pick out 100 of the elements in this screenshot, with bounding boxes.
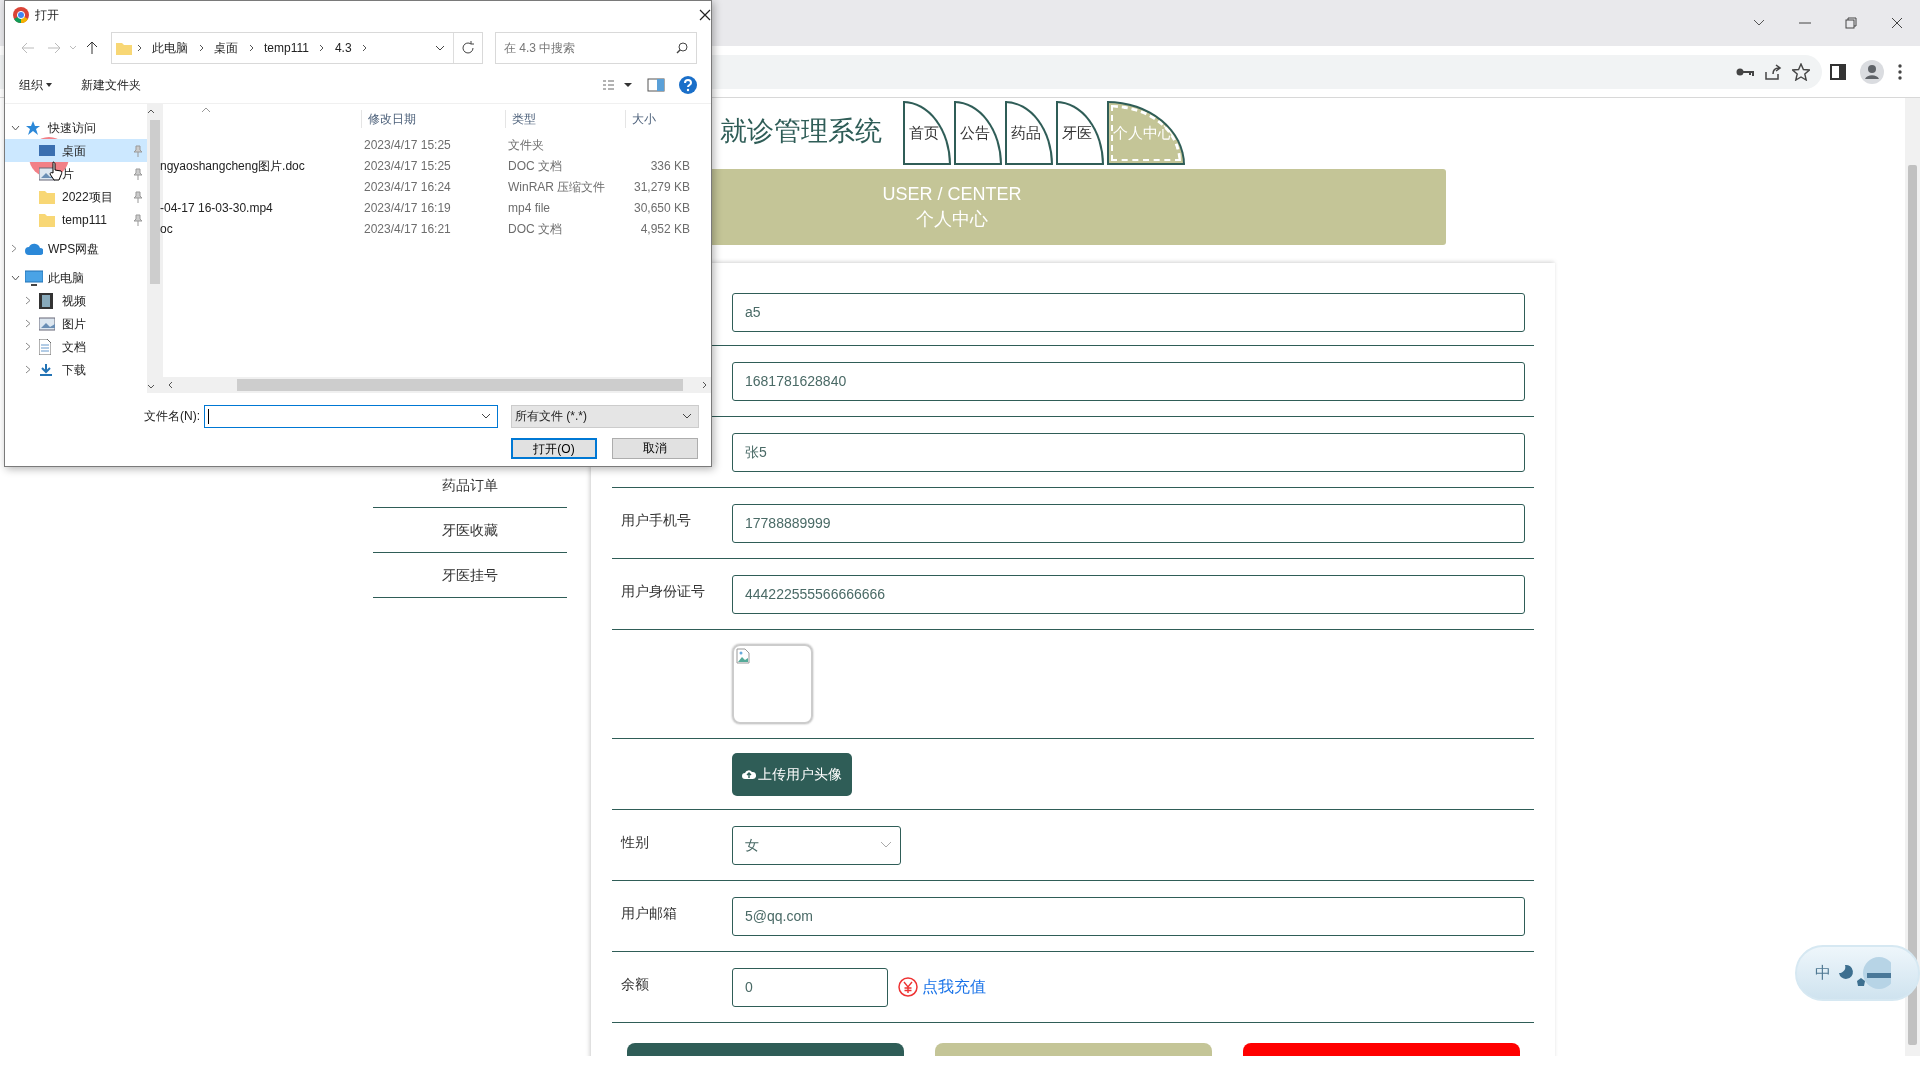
scrollbar-thumb[interactable]: [237, 379, 683, 391]
tree-label: 文档: [62, 338, 86, 356]
pin-icon[interactable]: [133, 144, 143, 157]
tree-label: 片: [62, 165, 74, 183]
tree-label: temp111: [62, 211, 107, 229]
input-field[interactable]: 444222555566666666: [732, 574, 1525, 614]
scrollbar-thumb[interactable]: [1908, 165, 1917, 1045]
folder-icon: [39, 188, 57, 205]
file-name: ngyaoshangcheng图片.doc: [160, 157, 306, 175]
input-field[interactable]: a5: [732, 293, 1525, 332]
upload-button[interactable]: 上传用户头像: [732, 752, 852, 796]
tree-label: 2022项目: [62, 188, 113, 206]
yen-icon: [898, 977, 918, 997]
field-label: 文件名(N):: [143, 408, 200, 425]
ime-indicator[interactable]: 中: [1795, 945, 1920, 1001]
file-date: 2023/4/17 15:25: [363, 157, 452, 175]
sort-caret-icon[interactable]: [201, 107, 211, 113]
chevron-icon: [880, 841, 892, 849]
file-type-select[interactable]: 所有文件 (*.*): [511, 404, 699, 428]
field-label: 余额: [620, 974, 650, 994]
breadcrumb[interactable]: 桌面: [208, 38, 244, 57]
select-value: 所有文件 (*.*): [515, 408, 587, 425]
tree-label: 下载: [62, 361, 86, 379]
column-header[interactable]: 大小: [625, 110, 695, 128]
cursor-icon: [49, 161, 63, 181]
cloud-upload-icon: [742, 768, 756, 780]
input-field[interactable]: 5@qq.com: [732, 896, 1525, 936]
side-panel-icon[interactable]: [1830, 63, 1846, 80]
file-type: WinRAR 压缩文件: [507, 178, 607, 196]
pin-icon[interactable]: [133, 190, 143, 203]
profile-icon[interactable]: [1860, 59, 1884, 84]
address-bar[interactable]: 此电脑 桌面 temp111 4.3: [111, 31, 483, 64]
nav-tab[interactable]: 牙医: [1056, 101, 1104, 165]
breadcrumb[interactable]: 此电脑: [146, 38, 194, 57]
tree-label: 桌面: [62, 142, 86, 160]
scrollbar-thumb[interactable]: [150, 120, 160, 284]
tree-item[interactable]: 2022项目: [5, 185, 147, 208]
search-icon[interactable]: [676, 41, 688, 54]
open-button[interactable]: 打开(O): [511, 437, 597, 459]
filename-field[interactable]: [204, 404, 498, 428]
star-icon[interactable]: [1792, 62, 1810, 81]
share-icon[interactable]: [1764, 63, 1782, 80]
input-field[interactable]: 张5: [732, 432, 1525, 472]
breadcrumb[interactable]: 4.3: [328, 38, 358, 57]
file-date: 2023/4/17 16:21: [363, 220, 452, 238]
column-header[interactable]: 类型: [505, 110, 625, 128]
dropdown-button[interactable]: 组织: [19, 75, 55, 94]
search-field[interactable]: 在 4.3 中搜索: [495, 31, 697, 64]
more-icon[interactable]: [1898, 63, 1902, 80]
file-type: 文件夹: [507, 136, 545, 154]
toolbar-button[interactable]: 新建文件夹: [81, 75, 141, 94]
file-date: 2023/4/17 16:24: [363, 178, 452, 196]
tree-label: 图片: [62, 315, 86, 333]
text-cursor: [208, 408, 209, 424]
breadcrumb[interactable]: temp111: [258, 38, 315, 57]
tree-item[interactable]: 文档: [5, 335, 147, 358]
preview-pane-icon[interactable]: [647, 77, 665, 92]
file-size: 4,952 KB: [639, 220, 691, 238]
sidebar-item[interactable]: 牙医收藏: [373, 508, 567, 553]
tree-item[interactable]: 下载: [5, 358, 147, 381]
key-icon[interactable]: [1736, 66, 1754, 77]
site-title: 就诊管理系统: [720, 118, 883, 145]
input-field[interactable]: 17788889999: [732, 503, 1525, 543]
recharge-link[interactable]: 点我充值: [922, 975, 986, 999]
close-icon[interactable]: [699, 9, 711, 21]
tree-item[interactable]: 图片: [5, 312, 147, 335]
nav-tab[interactable]: 首页: [903, 101, 951, 165]
tree-item[interactable]: temp111: [5, 208, 147, 231]
tree-label: 快速访问: [48, 119, 96, 137]
search-placeholder: 在 4.3 中搜索: [504, 39, 576, 57]
input-field[interactable]: 0: [732, 967, 888, 1007]
tree-item[interactable]: WPS网盘: [5, 237, 147, 260]
tree-item[interactable]: 此电脑: [5, 266, 147, 289]
field-label: 用户手机号: [620, 510, 692, 530]
view-icon[interactable]: [603, 79, 633, 90]
help-icon[interactable]: [679, 75, 697, 94]
file-date: 2023/4/17 16:19: [363, 199, 452, 217]
tree-label: 视频: [62, 292, 86, 310]
broken-image-icon: [736, 648, 750, 664]
nav-tab[interactable]: 药品: [1005, 101, 1053, 165]
cancel-button[interactable]: 取消: [612, 437, 698, 459]
column-header[interactable]: 修改日期: [361, 110, 505, 128]
tree-item[interactable]: 快速访问: [5, 116, 147, 139]
sidebar-item[interactable]: 牙医挂号: [373, 553, 567, 598]
banner-title: USER / CENTER: [882, 182, 1022, 206]
tree-item[interactable]: 视频: [5, 289, 147, 312]
file-type: DOC 文档: [507, 220, 563, 238]
select-field[interactable]: 女: [732, 825, 901, 865]
file-type: DOC 文档: [507, 157, 563, 175]
pin-icon[interactable]: [133, 167, 143, 180]
folder-icon: [39, 211, 57, 228]
banner-subtitle: 个人中心: [916, 208, 988, 231]
input-field[interactable]: 1681781628840: [732, 361, 1525, 401]
file-type: mp4 file: [507, 199, 552, 217]
field-label: 用户邮箱: [620, 903, 678, 923]
nav-tab[interactable]: 公告: [954, 101, 1002, 165]
desktop-icon: [39, 142, 57, 159]
tree-item[interactable]: 桌面: [5, 139, 147, 162]
file-size: 31,279 KB: [632, 178, 691, 196]
pin-icon[interactable]: [133, 213, 143, 226]
